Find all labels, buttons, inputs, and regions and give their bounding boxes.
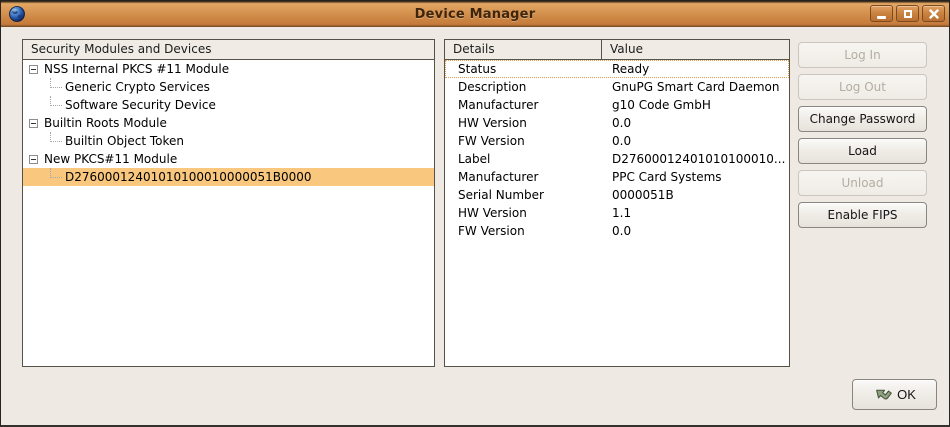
detail-value: D27600012401010100010... bbox=[602, 152, 789, 166]
tree-item-builtin-roots-module[interactable]: Builtin Roots Module bbox=[23, 114, 434, 132]
unload-button[interactable]: Unload bbox=[798, 170, 927, 196]
close-icon bbox=[929, 9, 939, 19]
detail-key: Manufacturer bbox=[445, 98, 602, 112]
table-row[interactable]: Serial Number 0000051B bbox=[445, 186, 789, 204]
device-manager-window: Device Manager Security Modules and Devi… bbox=[0, 0, 950, 427]
maximize-button[interactable] bbox=[896, 5, 919, 22]
column-header-value[interactable]: Value bbox=[602, 40, 789, 59]
detail-key: Manufacturer bbox=[445, 170, 602, 184]
ok-enter-arrow-icon bbox=[870, 383, 894, 407]
collapse-icon[interactable] bbox=[29, 65, 38, 74]
change-password-button[interactable]: Change Password bbox=[798, 106, 927, 132]
log-in-button[interactable]: Log In bbox=[798, 42, 927, 68]
table-row[interactable]: FW Version 0.0 bbox=[445, 222, 789, 240]
details-table-body: Status Ready Description GnuPG Smart Car… bbox=[445, 60, 789, 240]
detail-value: Ready bbox=[602, 62, 789, 76]
tree-item-nss-internal-module[interactable]: NSS Internal PKCS #11 Module bbox=[23, 60, 434, 78]
table-row[interactable]: Description GnuPG Smart Card Daemon bbox=[445, 78, 789, 96]
detail-key: Serial Number bbox=[445, 188, 602, 202]
detail-value: 0.0 bbox=[602, 134, 789, 148]
tree-item-new-pkcs11-module[interactable]: New PKCS#11 Module bbox=[23, 150, 434, 168]
titlebar[interactable]: Device Manager bbox=[1, 1, 949, 27]
detail-key: Label bbox=[445, 152, 602, 166]
tree-item-label: New PKCS#11 Module bbox=[44, 152, 177, 166]
detail-key: FW Version bbox=[445, 134, 602, 148]
minimize-button[interactable] bbox=[870, 5, 893, 22]
tree-connector bbox=[50, 96, 62, 106]
tree-connector bbox=[50, 78, 62, 88]
tree-item-label: Builtin Roots Module bbox=[44, 116, 167, 130]
detail-value: GnuPG Smart Card Daemon bbox=[602, 80, 789, 94]
tree-item-label: D27600012401010100010000051B0000 bbox=[65, 170, 312, 184]
details-table: Details Value Status Ready Description G… bbox=[444, 39, 790, 367]
window-controls bbox=[870, 5, 945, 22]
tree-item-software-security-device[interactable]: Software Security Device bbox=[23, 96, 434, 114]
table-row[interactable]: HW Version 1.1 bbox=[445, 204, 789, 222]
detail-value: 0.0 bbox=[602, 224, 789, 238]
table-row[interactable]: FW Version 0.0 bbox=[445, 132, 789, 150]
detail-value: 1.1 bbox=[602, 206, 789, 220]
collapse-icon[interactable] bbox=[29, 155, 38, 164]
detail-key: FW Version bbox=[445, 224, 602, 238]
detail-key: Description bbox=[445, 80, 602, 94]
tree-connector bbox=[50, 132, 62, 142]
detail-key: HW Version bbox=[445, 116, 602, 130]
detail-key: Status bbox=[445, 62, 602, 76]
security-modules-tree: Security Modules and Devices NSS Interna… bbox=[22, 39, 435, 367]
ok-button[interactable]: OK bbox=[852, 379, 937, 410]
detail-value: 0000051B bbox=[602, 188, 789, 202]
detail-key: HW Version bbox=[445, 206, 602, 220]
tree-column-header[interactable]: Security Modules and Devices bbox=[23, 40, 434, 60]
tree-connector bbox=[50, 168, 62, 178]
table-row[interactable]: Manufacturer PPC Card Systems bbox=[445, 168, 789, 186]
log-out-button[interactable]: Log Out bbox=[798, 74, 927, 100]
detail-value: g10 Code GmbH bbox=[602, 98, 789, 112]
detail-value: 0.0 bbox=[602, 116, 789, 130]
table-row[interactable]: Status Ready bbox=[445, 60, 789, 78]
tree-item-builtin-object-token[interactable]: Builtin Object Token bbox=[23, 132, 434, 150]
action-button-column: Log In Log Out Change Password Load Unlo… bbox=[798, 42, 927, 228]
table-row[interactable]: Label D27600012401010100010... bbox=[445, 150, 789, 168]
window-title: Device Manager bbox=[1, 7, 949, 22]
column-header-details[interactable]: Details bbox=[445, 40, 602, 59]
maximize-icon bbox=[904, 10, 912, 18]
table-row[interactable]: HW Version 0.0 bbox=[445, 114, 789, 132]
tree-item-smartcard-token-selected[interactable]: D27600012401010100010000051B0000 bbox=[23, 168, 434, 186]
close-button[interactable] bbox=[922, 5, 945, 22]
tree-body: NSS Internal PKCS #11 Module Generic Cry… bbox=[23, 60, 434, 186]
ok-button-label: OK bbox=[897, 387, 916, 402]
tree-item-label: Builtin Object Token bbox=[65, 134, 184, 148]
minimize-icon bbox=[877, 16, 886, 19]
tree-item-label: Generic Crypto Services bbox=[65, 80, 210, 94]
tree-item-label: NSS Internal PKCS #11 Module bbox=[44, 62, 229, 76]
table-row[interactable]: Manufacturer g10 Code GmbH bbox=[445, 96, 789, 114]
load-button[interactable]: Load bbox=[798, 138, 927, 164]
enable-fips-button[interactable]: Enable FIPS bbox=[798, 202, 927, 228]
detail-value: PPC Card Systems bbox=[602, 170, 789, 184]
tree-item-generic-crypto-services[interactable]: Generic Crypto Services bbox=[23, 78, 434, 96]
tree-item-label: Software Security Device bbox=[65, 98, 216, 112]
collapse-icon[interactable] bbox=[29, 119, 38, 128]
details-table-header: Details Value bbox=[445, 40, 789, 60]
app-globe-icon bbox=[8, 5, 26, 23]
